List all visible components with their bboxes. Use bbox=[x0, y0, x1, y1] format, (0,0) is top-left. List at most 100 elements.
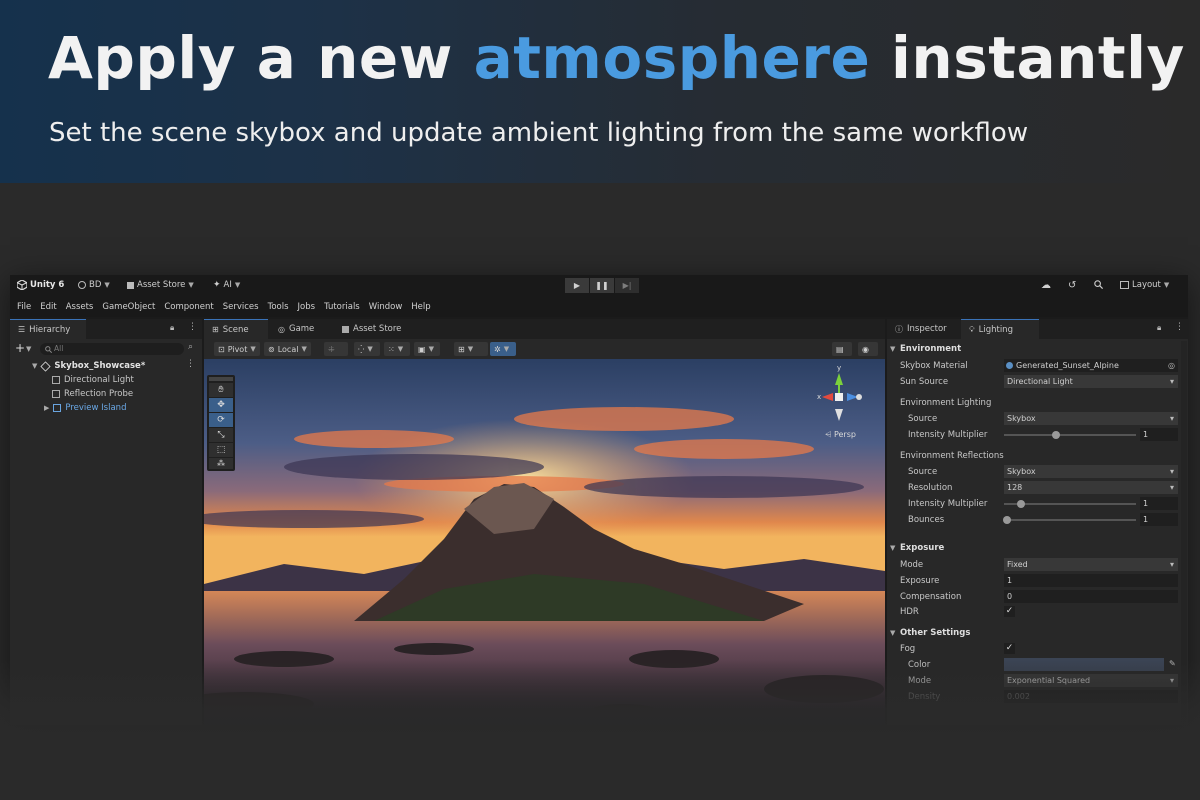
list-item-label: Directional Light bbox=[64, 375, 134, 385]
lock-icon[interactable]: 🔒︎ bbox=[170, 323, 174, 333]
resolution-dropdown[interactable]: 128 bbox=[1004, 481, 1178, 494]
fog-density-input[interactable]: 0.002 bbox=[1004, 690, 1178, 703]
environment-section-header[interactable]: ▼ Environment bbox=[887, 341, 1188, 357]
fog-mode-value: Exponential Squared bbox=[1007, 676, 1091, 685]
fog-mode-dropdown[interactable]: Exponential Squared bbox=[1004, 674, 1178, 687]
menu-window[interactable]: Window bbox=[369, 302, 403, 312]
slider-handle[interactable] bbox=[1017, 500, 1025, 508]
menu-help[interactable]: Help bbox=[411, 302, 430, 312]
exposure-input[interactable]: 1 bbox=[1004, 574, 1178, 587]
menu-bar: File Edit Assets GameObject Component Se… bbox=[10, 297, 1188, 317]
list-item[interactable]: ▶ Preview Island bbox=[44, 401, 126, 415]
slider-handle[interactable] bbox=[1052, 431, 1060, 439]
bounces-input[interactable]: 1 bbox=[1140, 513, 1178, 526]
headline-text: Apply a new bbox=[48, 24, 453, 92]
snap-dropdown[interactable]: ⁛ ▼ bbox=[354, 342, 380, 356]
tab-scene[interactable]: ⊞ Scene bbox=[204, 319, 268, 339]
menu-tutorials[interactable]: Tutorials bbox=[324, 302, 360, 312]
gizmo-toggle-dropdown[interactable]: ⊞ ▼ bbox=[454, 342, 488, 356]
search-button[interactable] bbox=[1094, 280, 1103, 289]
cloud-icon: ☁ bbox=[1041, 280, 1051, 291]
snap-icon: ⁛ bbox=[358, 344, 365, 354]
inspector-scrollbar[interactable] bbox=[1181, 341, 1187, 725]
reflection-intensity-input[interactable]: 1 bbox=[1140, 497, 1178, 510]
effects-dropdown[interactable]: ✲ ▼ bbox=[490, 342, 516, 356]
tab-hierarchy[interactable]: ☰ Hierarchy bbox=[10, 319, 86, 339]
asset-store-button[interactable]: Asset Store ▼ bbox=[127, 280, 194, 290]
fog-color-swatch[interactable] bbox=[1004, 658, 1164, 671]
bounces-slider[interactable] bbox=[1003, 516, 1136, 524]
hierarchy-search-input[interactable]: All bbox=[40, 343, 184, 355]
info-icon: ⓘ bbox=[895, 324, 903, 334]
sun-source-dropdown[interactable]: Directional Light bbox=[1004, 375, 1178, 388]
add-icon[interactable]: + bbox=[15, 341, 25, 355]
tab-game[interactable]: ◎ Game bbox=[270, 319, 322, 339]
lighting-source-dropdown[interactable]: Skybox bbox=[1004, 412, 1178, 425]
menu-services[interactable]: Services bbox=[223, 302, 259, 312]
tab-lighting[interactable]: 💡︎ Lighting bbox=[961, 319, 1039, 339]
list-item[interactable]: Reflection Probe bbox=[52, 387, 133, 401]
palette-handle[interactable] bbox=[209, 377, 233, 381]
hdr-checkbox[interactable]: ✓ bbox=[1004, 606, 1015, 617]
list-item[interactable]: Directional Light bbox=[52, 373, 134, 387]
rect-tool-button[interactable]: ⬚ bbox=[209, 443, 233, 457]
perspective-toggle[interactable]: ⩤ Persp bbox=[825, 430, 856, 440]
scene-gizmo[interactable] bbox=[814, 369, 864, 425]
menu-edit[interactable]: Edit bbox=[40, 302, 56, 312]
exposure-mode-dropdown[interactable]: Fixed bbox=[1004, 558, 1178, 571]
camera-settings-button[interactable]: ◉ bbox=[858, 342, 878, 356]
reflection-intensity-slider[interactable] bbox=[1004, 500, 1136, 508]
hierarchy-scene-row[interactable]: ▼ Skybox_Showcase* ⋮ bbox=[32, 359, 195, 373]
tab-inspector[interactable]: ⓘ Inspector bbox=[887, 319, 955, 339]
gameobject-cube-icon bbox=[52, 390, 60, 398]
menu-gameobject[interactable]: GameObject bbox=[102, 302, 155, 312]
lock-icon[interactable]: 🔒︎ bbox=[1157, 323, 1161, 333]
object-picker-icon[interactable]: ◎ bbox=[1168, 359, 1175, 372]
grid-snap-button[interactable]: ⁜ bbox=[324, 342, 348, 356]
transform-tool-button[interactable]: ⁂ bbox=[209, 458, 233, 469]
cloud-button[interactable]: ☁ bbox=[1041, 280, 1051, 291]
chevron-down-icon[interactable]: ▼ bbox=[26, 345, 31, 353]
local-dropdown[interactable]: ⊚ Local ▼ bbox=[264, 342, 311, 356]
account-button[interactable]: BD ▼ bbox=[78, 280, 110, 290]
exposure-section-header[interactable]: ▼ Exposure bbox=[887, 540, 1188, 556]
menu-jobs[interactable]: Jobs bbox=[298, 302, 316, 312]
scale-tool-button[interactable]: ⤡ bbox=[209, 428, 233, 442]
menu-component[interactable]: Component bbox=[164, 302, 213, 312]
menu-tools[interactable]: Tools bbox=[268, 302, 289, 312]
local-label: Local bbox=[277, 344, 299, 354]
draw-mode-dropdown[interactable]: ▣ ▼ bbox=[414, 342, 440, 356]
filter-icon[interactable]: ⌕ bbox=[188, 342, 193, 352]
fog-checkbox[interactable]: ✓ bbox=[1004, 643, 1015, 654]
slider-handle[interactable] bbox=[1003, 516, 1011, 524]
more-options-icon[interactable]: ⋮ bbox=[1175, 322, 1184, 332]
step-button[interactable]: ▶| bbox=[615, 278, 639, 293]
scene-viewport[interactable]: ✋︎ ✥ ⟳ ⤡ ⬚ ⁂ x y ⩤ Persp bbox=[204, 359, 885, 725]
compensation-input[interactable]: 0 bbox=[1004, 590, 1178, 603]
skybox-material-field[interactable]: Generated_Sunset_Alpine ◎ bbox=[1004, 359, 1178, 372]
lighting-intensity-input[interactable]: 1 bbox=[1140, 428, 1178, 441]
history-button[interactable]: ↺ bbox=[1068, 280, 1076, 291]
menu-assets[interactable]: Assets bbox=[66, 302, 94, 312]
overlay-button[interactable]: ▤ bbox=[832, 342, 852, 356]
menu-file[interactable]: File bbox=[17, 302, 31, 312]
pivot-dropdown[interactable]: ⊡ Pivot ▼ bbox=[214, 342, 260, 356]
move-tool-button[interactable]: ✥ bbox=[209, 398, 233, 412]
other-settings-section-header[interactable]: ▼ Other Settings bbox=[887, 625, 1188, 641]
more-options-icon[interactable]: ⋮ bbox=[186, 359, 195, 369]
reflection-source-dropdown[interactable]: Skybox bbox=[1004, 465, 1178, 478]
move-icon: ✥ bbox=[217, 400, 225, 410]
gameobject-cube-icon bbox=[52, 376, 60, 384]
fog-mode-row: Mode Exponential Squared bbox=[887, 673, 1188, 689]
layout-dropdown[interactable]: Layout ▼ bbox=[1120, 280, 1169, 290]
ai-button[interactable]: ✦ AI ▼ bbox=[213, 280, 240, 290]
more-options-icon[interactable]: ⋮ bbox=[188, 322, 197, 332]
increment-dropdown[interactable]: ⁙ ▼ bbox=[384, 342, 410, 356]
lighting-intensity-slider[interactable] bbox=[1004, 431, 1136, 439]
tab-asset-store[interactable]: Asset Store bbox=[334, 319, 409, 339]
eyedropper-icon[interactable]: ✎ bbox=[1169, 659, 1176, 668]
hand-tool-button[interactable]: ✋︎ bbox=[209, 383, 233, 397]
pause-button[interactable]: ❚❚ bbox=[590, 278, 614, 293]
play-button[interactable]: ▶ bbox=[565, 278, 589, 293]
rotate-tool-button[interactable]: ⟳ bbox=[209, 413, 233, 427]
